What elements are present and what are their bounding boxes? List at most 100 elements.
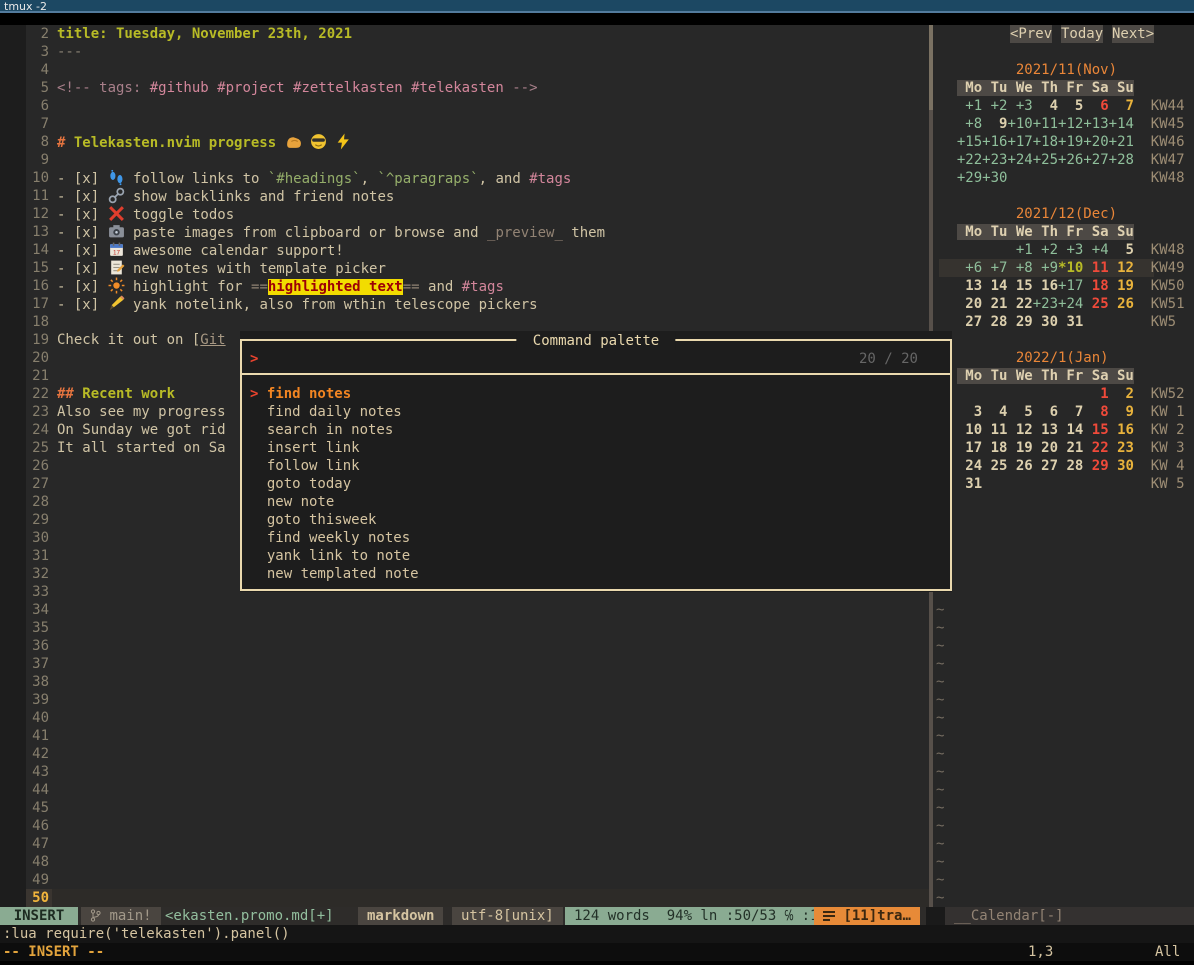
calendar-day[interactable]: 14 [982,278,1007,294]
palette-item-goto-thisweek[interactable]: goto thisweek [250,511,376,529]
editor-line[interactable]: 10- [x] follow links to `#headings`, `^p… [0,169,930,187]
calendar-day[interactable]: 31 [957,476,982,492]
palette-item-insert-link[interactable]: insert link [250,439,360,457]
calendar-day[interactable]: 4 [982,404,1007,420]
calendar-day[interactable]: 25 [1083,296,1108,312]
calendar-day[interactable]: 26 [1007,458,1032,474]
editor-line[interactable]: 13- [x] paste images from clipboard or b… [0,223,930,241]
calendar-day[interactable]: 29 [1007,314,1032,330]
calendar-day[interactable]: 11 [1083,260,1108,276]
calendar-day[interactable]: 22 [1007,296,1032,312]
calendar-day[interactable]: +19 [1058,134,1083,150]
command-line[interactable]: :lua require('telekasten').panel() [0,925,1194,943]
calendar-day[interactable]: 21 [982,296,1007,312]
editor-line[interactable]: 39 [0,691,930,709]
calendar-day[interactable]: 6 [1083,98,1108,114]
calendar-day[interactable]: +1 [957,98,982,114]
calendar-day[interactable]: +21 [1109,134,1134,150]
editor-line[interactable]: 37 [0,655,930,673]
calendar-day[interactable]: +14 [1109,116,1134,132]
editor-line[interactable]: 7 [0,115,930,133]
calendar-day[interactable]: +18 [1033,134,1058,150]
calendar-day[interactable]: +26 [1058,152,1083,168]
prev-month-button[interactable]: <Prev [1010,25,1052,43]
editor-line[interactable]: 14- [x] 17 awesome calendar support! [0,241,930,259]
editor-line[interactable]: 44 [0,781,930,799]
calendar-day[interactable]: +27 [1083,152,1108,168]
calendar-day[interactable]: +12 [1058,116,1083,132]
calendar-day[interactable]: +6 [957,260,982,276]
calendar-day[interactable]: 3 [957,404,982,420]
calendar-day[interactable]: 30 [1109,458,1134,474]
calendar-day[interactable]: +17 [1058,278,1083,294]
calendar-day[interactable]: 15 [1007,278,1032,294]
calendar-day[interactable]: +13 [1083,116,1108,132]
palette-prompt-marker[interactable]: > [250,350,258,368]
calendar-day[interactable]: 17 [957,440,982,456]
calendar-day[interactable]: 12 [1007,422,1032,438]
calendar-day[interactable]: 13 [957,278,982,294]
editor-line[interactable]: 50 [0,889,930,907]
calendar-day[interactable]: 16 [1033,278,1058,294]
calendar-day[interactable]: 24 [957,458,982,474]
palette-item-find-weekly-notes[interactable]: find weekly notes [250,529,410,547]
editor-line[interactable]: 12- [x] toggle todos [0,205,930,223]
calendar-day[interactable]: 19 [1109,278,1134,294]
calendar-day[interactable]: +16 [982,134,1007,150]
filename-segment[interactable]: <ekasten.promo.md[+] [156,907,343,925]
palette-item-new-templated-note[interactable]: new templated note [250,565,419,583]
calendar-day[interactable]: 21 [1058,440,1083,456]
today-button[interactable]: Today [1061,25,1103,43]
calendar-day[interactable]: 7 [1058,404,1083,420]
calendar-day[interactable]: 20 [1033,440,1058,456]
editor-line[interactable]: 48 [0,853,930,871]
calendar-window[interactable]: <PrevTodayNext> 2021/11(Nov) Mo Tu We Th… [933,25,1194,907]
calendar-day[interactable]: +7 [982,260,1007,276]
editor-line[interactable]: 17- [x] yank notelink, also from wthin t… [0,295,930,313]
calendar-day[interactable]: +30 [982,170,1007,186]
calendar-day[interactable]: +11 [1033,116,1058,132]
palette-item-yank-link-to-note[interactable]: yank link to note [250,547,410,565]
calendar-day[interactable]: 5 [1058,98,1083,114]
calendar-day[interactable]: 28 [982,314,1007,330]
calendar-day[interactable]: 9 [1109,404,1134,420]
calendar-day[interactable]: 23 [1109,440,1134,456]
editor-line[interactable]: 6 [0,97,930,115]
editor-line[interactable]: 5<!-- tags: #github #project #zettelkast… [0,79,930,97]
calendar-day[interactable]: +25 [1033,152,1058,168]
editor-line[interactable]: 18 [0,313,930,331]
editor-line[interactable]: 16- [x] highlight for ==highlighted text… [0,277,930,295]
palette-item-find-daily-notes[interactable]: find daily notes [250,403,402,421]
calendar-day[interactable]: 16 [1109,422,1134,438]
editor-line[interactable]: 11- [x] show backlinks and friend notes [0,187,930,205]
editor-line[interactable]: 43 [0,763,930,781]
palette-item-find-notes[interactable]: > find notes [250,385,351,403]
calendar-day[interactable]: 26 [1109,296,1134,312]
calendar-day[interactable]: 14 [1058,422,1083,438]
editor-line[interactable]: 2title: Tuesday, November 23th, 2021 [0,25,930,43]
editor-line[interactable]: 45 [0,799,930,817]
calendar-day[interactable]: +23 [1033,296,1058,312]
calendar-day[interactable]: +2 [1033,242,1058,258]
editor-line[interactable]: 38 [0,673,930,691]
git-branch-segment[interactable]: main! [81,907,161,925]
calendar-day[interactable]: 28 [1058,458,1083,474]
palette-item-new-note[interactable]: new note [250,493,334,511]
calendar-day[interactable]: 29 [1083,458,1108,474]
calendar-day[interactable]: 2 [1109,386,1134,402]
calendar-day[interactable]: +3 [1058,242,1083,258]
calendar-day[interactable]: +9 [1033,260,1058,276]
calendar-day[interactable]: +4 [1083,242,1108,258]
calendar-day[interactable]: 6 [1033,404,1058,420]
calendar-day[interactable]: *10 [1058,260,1083,276]
calendar-day[interactable]: +24 [1007,152,1032,168]
tab-segment[interactable]: [11]tra… [814,907,920,925]
calendar-day[interactable]: 1 [1083,386,1108,402]
editor-line[interactable]: 34 [0,601,930,619]
calendar-day[interactable]: +28 [1109,152,1134,168]
calendar-day[interactable]: 10 [957,422,982,438]
calendar-day[interactable]: 5 [1109,242,1134,258]
calendar-day[interactable]: 4 [1033,98,1058,114]
editor-line[interactable]: 49 [0,871,930,889]
editor-line[interactable]: 42 [0,745,930,763]
